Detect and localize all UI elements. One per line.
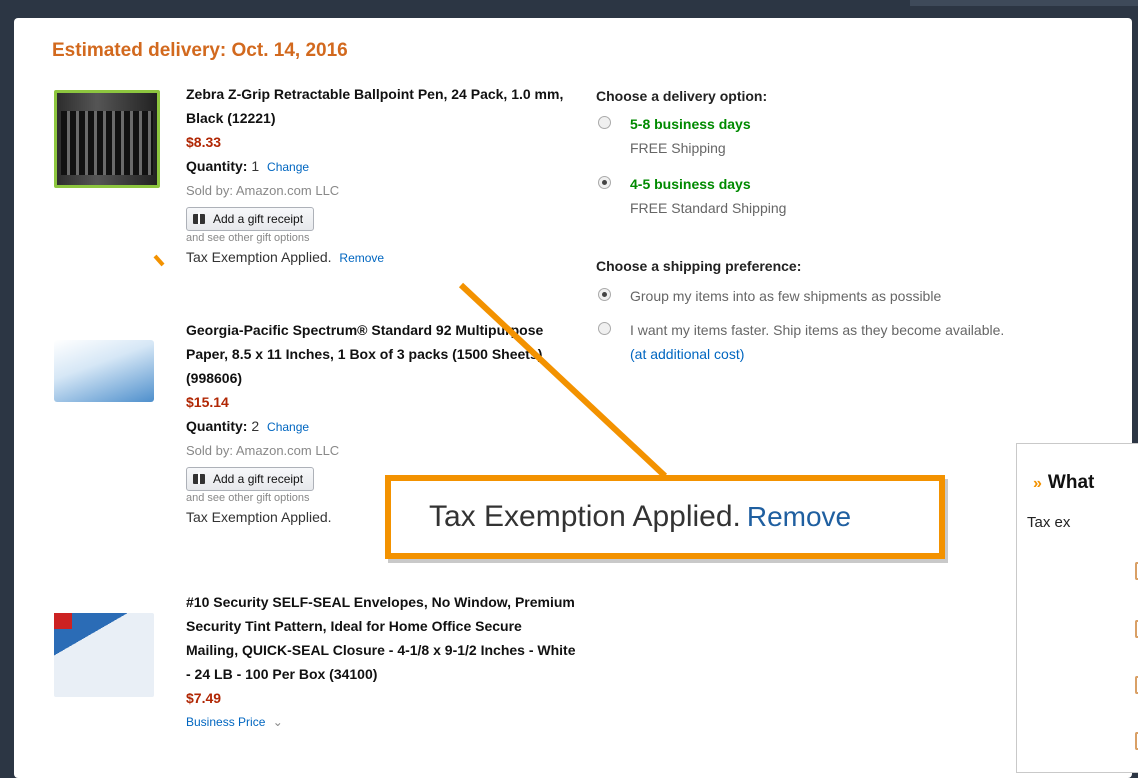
item-quantity: Quantity: 2 Change xyxy=(186,414,576,439)
item-price: $15.14 xyxy=(186,394,229,410)
shipping-pref-text: Group my items into as few shipments as … xyxy=(630,288,942,304)
tax-exemption-text: Tax Exemption Applied. xyxy=(186,509,332,525)
shipping-radio-group[interactable] xyxy=(598,288,611,301)
remove-tax-exemption-link[interactable]: Remove xyxy=(339,251,384,265)
business-price-label: Business Price xyxy=(186,715,266,729)
side-panel-title: » What xyxy=(1033,472,1094,494)
add-gift-receipt-button[interactable]: Add a gift receipt xyxy=(186,467,315,491)
callout-remove-link[interactable]: Remove xyxy=(747,501,851,532)
cart-item-pens: Zebra Z-Grip Retractable Ballpoint Pen, … xyxy=(186,82,576,270)
double-chevron-icon: » xyxy=(1033,475,1042,492)
side-panel-subtitle: Tax ex xyxy=(1027,514,1071,531)
change-quantity-link[interactable]: Change xyxy=(267,160,309,174)
item-title[interactable]: #10 Security SELF-SEAL Envelopes, No Win… xyxy=(186,590,576,686)
quantity-value: 1 xyxy=(251,158,260,174)
shipping-pref-group[interactable]: Group my items into as few shipments as … xyxy=(598,284,1068,308)
business-price-dropdown[interactable]: Business Price ⌄ xyxy=(186,710,576,734)
delivery-option-5-8-days[interactable]: 5-8 business days FREE Shipping xyxy=(598,112,1068,160)
quantity-label: Quantity: xyxy=(186,158,248,174)
delivery-option-4-5-days[interactable]: 4-5 business days FREE Standard Shipping xyxy=(598,172,1068,220)
shipping-radio-faster[interactable] xyxy=(598,322,611,335)
delivery-speed: 5-8 business days xyxy=(630,116,751,132)
envelope-product-image[interactable] xyxy=(54,613,154,697)
tax-exemption-status: Tax Exemption Applied. Remove xyxy=(186,245,576,270)
estimated-delivery-heading: Estimated delivery: Oct. 14, 2016 xyxy=(52,40,348,61)
gift-icon xyxy=(193,472,205,484)
shipping-pref-text: I want my items faster. Ship items as th… xyxy=(630,322,1005,338)
side-panel-title-text: What xyxy=(1047,472,1095,493)
shipping-preference-heading: Choose a shipping preference: xyxy=(596,258,802,274)
item-title[interactable]: Georgia-Pacific Spectrum® Standard 92 Mu… xyxy=(186,318,576,390)
side-info-panel: » What Tax ex xyxy=(1016,443,1138,773)
gift-icon xyxy=(193,212,205,224)
paper-product-image[interactable] xyxy=(54,340,154,402)
delivery-radio-5-8[interactable] xyxy=(598,116,611,129)
add-gift-receipt-button[interactable]: Add a gift receipt xyxy=(186,207,315,231)
shipping-pref-faster[interactable]: I want my items faster. Ship items as th… xyxy=(598,318,1038,366)
quantity-label: Quantity: xyxy=(186,418,248,434)
top-bar-accent xyxy=(910,0,1138,6)
gift-button-label: Add a gift receipt xyxy=(213,472,304,486)
callout-text: Tax Exemption Applied. xyxy=(429,500,741,533)
item-quantity: Quantity: 1 Change xyxy=(186,154,576,179)
delivery-shipping: FREE Shipping xyxy=(630,140,726,156)
checkout-card: Estimated delivery: Oct. 14, 2016 Zebra … xyxy=(14,18,1132,778)
cart-item-envelopes: #10 Security SELF-SEAL Envelopes, No Win… xyxy=(186,590,576,734)
delivery-shipping: FREE Standard Shipping xyxy=(630,200,787,216)
tax-exemption-callout: Tax Exemption Applied. Remove xyxy=(385,475,945,559)
delivery-option-heading: Choose a delivery option: xyxy=(596,88,768,104)
tax-exemption-text: Tax Exemption Applied. xyxy=(186,249,332,265)
sold-by: Sold by: Amazon.com LLC xyxy=(186,183,340,198)
item-price: $8.33 xyxy=(186,134,222,150)
quantity-value: 2 xyxy=(251,418,260,434)
sold-by: Sold by: Amazon.com LLC xyxy=(186,443,340,458)
change-quantity-link[interactable]: Change xyxy=(267,420,309,434)
chevron-down-icon: ⌄ xyxy=(272,715,283,729)
delivery-speed: 4-5 business days xyxy=(630,176,751,192)
pen-product-image[interactable] xyxy=(54,90,160,188)
gift-options-note: and see other gift options xyxy=(186,232,310,244)
additional-cost-link[interactable]: (at additional cost) xyxy=(630,342,1038,366)
item-title[interactable]: Zebra Z-Grip Retractable Ballpoint Pen, … xyxy=(186,82,576,130)
delivery-radio-4-5[interactable] xyxy=(598,176,611,189)
item-price: $7.49 xyxy=(186,690,222,706)
gift-button-label: Add a gift receipt xyxy=(213,212,304,226)
